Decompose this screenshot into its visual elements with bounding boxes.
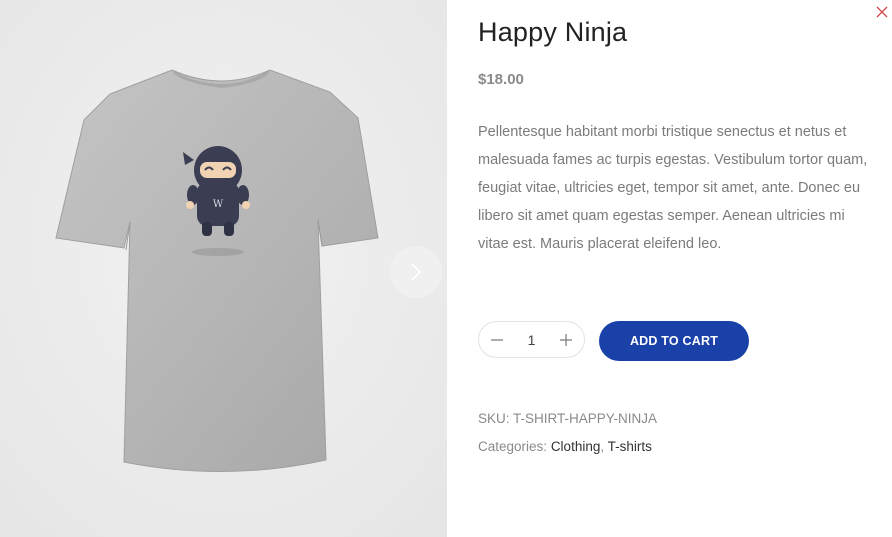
product-gallery: W (0, 0, 447, 537)
minus-icon (491, 338, 503, 341)
quantity-stepper (478, 321, 585, 358)
close-icon (876, 6, 888, 18)
gallery-next-button[interactable] (390, 246, 442, 298)
categories-label: Categories: (478, 439, 548, 454)
category-separator: , (600, 439, 605, 454)
quantity-input[interactable] (516, 331, 547, 348)
product-price: $18.00 (478, 71, 524, 88)
close-button[interactable] (872, 2, 892, 22)
svg-text:W: W (213, 199, 224, 210)
product-description: Pellentesque habitant morbi tristique se… (478, 124, 868, 252)
category-link-tshirts[interactable]: T-shirts (608, 439, 652, 454)
product-categories: Categories: Clothing, T-shirts (478, 439, 652, 454)
quantity-decrease-button[interactable] (489, 332, 505, 348)
quantity-increase-button[interactable] (558, 332, 574, 348)
chevron-right-icon (411, 263, 422, 281)
add-to-cart-button[interactable]: ADD TO CART (599, 321, 749, 361)
product-image[interactable]: W (0, 0, 447, 537)
product-sku: SKU: T-SHIRT-HAPPY-NINJA (478, 411, 657, 426)
category-link-clothing[interactable]: Clothing (551, 439, 601, 454)
sku-value: T-SHIRT-HAPPY-NINJA (513, 411, 658, 426)
plus-icon (560, 333, 572, 346)
product-title: Happy Ninja (478, 17, 628, 47)
sku-label: SKU: (478, 411, 510, 426)
